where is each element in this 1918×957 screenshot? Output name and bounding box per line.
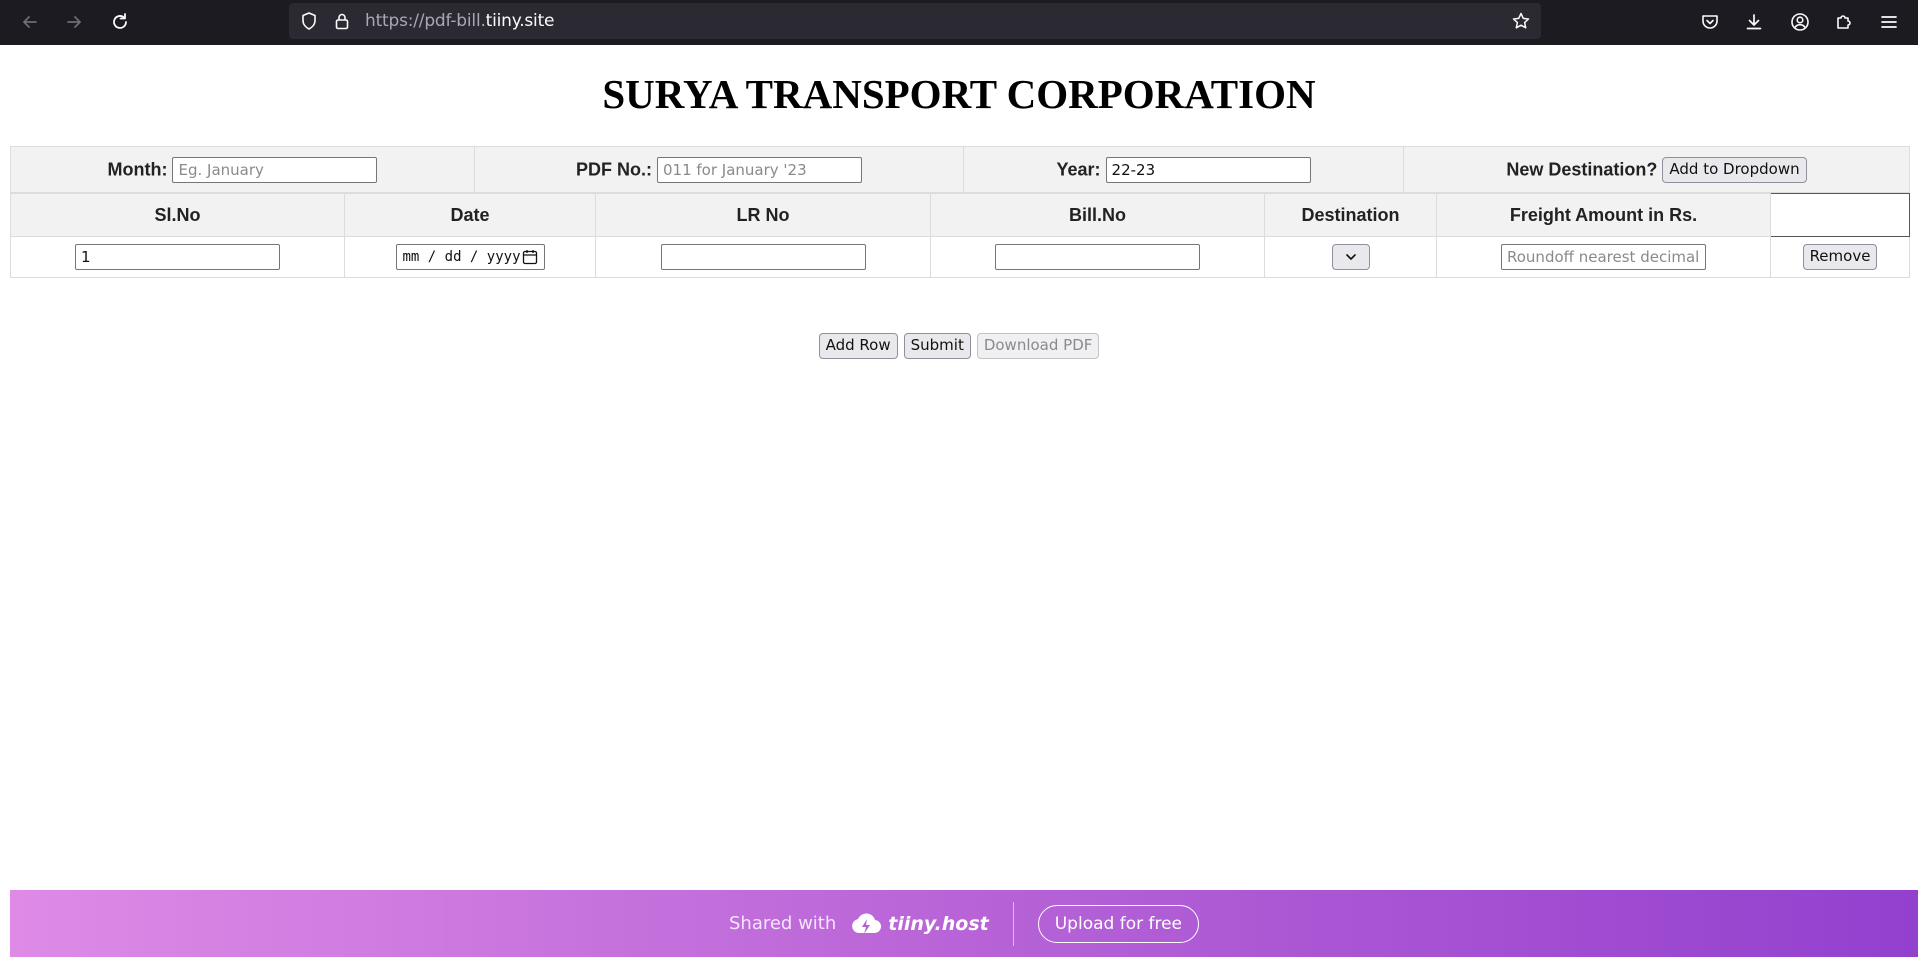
column-header-actions	[1770, 193, 1910, 237]
freight-amount-input[interactable]	[1501, 244, 1706, 270]
download-icon	[1746, 14, 1762, 30]
upload-for-free-button[interactable]: Upload for free	[1037, 904, 1200, 943]
bill-no-input[interactable]	[995, 244, 1200, 270]
extensions-button[interactable]	[1828, 6, 1860, 38]
date-input[interactable]: mm / dd / yyyy	[395, 244, 545, 270]
url-text[interactable]: https://pdf-bill.tiiny.site	[365, 3, 555, 39]
cloud-bolt-icon	[852, 912, 882, 934]
pocket-icon	[1702, 15, 1718, 29]
freight-cell	[1436, 236, 1771, 278]
address-bar[interactable]: https://pdf-bill.tiiny.site	[289, 3, 1541, 39]
table-header-row: Sl.No Date LR No Bill.No Destination Fre…	[10, 193, 1910, 237]
forward-button[interactable]	[58, 6, 90, 38]
pdf-no-label: PDF No.:	[575, 159, 652, 179]
month-cell: Month:	[10, 146, 475, 193]
hamburger-menu-icon	[1881, 16, 1897, 28]
new-destination-label: New Destination?	[1506, 159, 1658, 179]
month-label: Month:	[107, 159, 168, 179]
year-label: Year:	[1056, 159, 1101, 179]
reload-icon	[113, 13, 127, 29]
column-header-sl-no: Sl.No	[10, 193, 345, 237]
downloads-button[interactable]	[1738, 6, 1770, 38]
calendar-icon[interactable]	[522, 249, 538, 265]
divider	[1012, 901, 1014, 946]
shared-with-banner: Shared with tiiny.host Upload for free	[10, 890, 1918, 957]
pocket-button[interactable]	[1694, 6, 1726, 38]
column-header-freight: Freight Amount in Rs.	[1436, 193, 1771, 237]
bill-no-cell	[930, 236, 1265, 278]
date-placeholder: mm / dd / yyyy	[402, 249, 521, 265]
remove-cell: Remove	[1770, 236, 1910, 278]
add-row-button[interactable]: Add Row	[818, 333, 898, 359]
reload-button[interactable]	[104, 6, 136, 38]
table-row: mm / dd / yyyy Remove	[10, 236, 1910, 278]
shield-icon[interactable]	[299, 11, 319, 31]
download-pdf-button[interactable]: Download PDF	[976, 333, 1100, 359]
add-to-dropdown-button[interactable]: Add to Dropdown	[1662, 156, 1807, 183]
lock-icon[interactable]	[332, 11, 352, 31]
tiiny-host-logo[interactable]: tiiny.host	[850, 911, 989, 937]
year-input[interactable]	[1105, 156, 1311, 183]
header-form: Month: PDF No.: Year: New Destination? A…	[10, 146, 1910, 193]
new-destination-cell: New Destination? Add to Dropdown	[1403, 146, 1910, 193]
pdf-no-input[interactable]	[657, 156, 862, 183]
account-icon	[1791, 13, 1809, 31]
browser-toolbar: https://pdf-bill.tiiny.site	[0, 0, 1918, 45]
lr-no-cell	[595, 236, 931, 278]
destination-cell	[1264, 236, 1437, 278]
destination-select[interactable]	[1331, 244, 1370, 270]
url-domain: tiiny.site	[485, 11, 555, 31]
submit-button[interactable]: Submit	[903, 333, 971, 359]
back-button[interactable]	[14, 6, 46, 38]
lr-no-input[interactable]	[660, 244, 866, 270]
account-button[interactable]	[1784, 6, 1816, 38]
bill-table: Sl.No Date LR No Bill.No Destination Fre…	[10, 193, 1910, 278]
url-prefix: https://pdf-bill.	[365, 11, 486, 31]
puzzle-icon	[1837, 15, 1851, 29]
column-header-bill-no: Bill.No	[930, 193, 1265, 237]
action-buttons: Add Row Submit Download PDF	[0, 333, 1918, 359]
chevron-down-icon	[1345, 254, 1356, 260]
sl-no-input[interactable]	[75, 244, 280, 270]
column-header-date: Date	[344, 193, 596, 237]
menu-button[interactable]	[1873, 6, 1905, 38]
month-input[interactable]	[172, 156, 378, 183]
column-header-destination: Destination	[1264, 193, 1437, 237]
sl-no-cell	[10, 236, 345, 278]
pdf-no-cell: PDF No.:	[474, 146, 964, 193]
remove-button[interactable]: Remove	[1802, 244, 1878, 270]
star-icon[interactable]	[1511, 11, 1531, 31]
page-title: SURYA TRANSPORT CORPORATION	[602, 71, 1316, 117]
date-cell: mm / dd / yyyy	[344, 236, 596, 278]
shared-with-text: Shared with	[728, 913, 837, 934]
brand-name: tiiny.host	[888, 912, 989, 935]
arrow-right-icon	[67, 16, 81, 28]
year-cell: Year:	[963, 146, 1404, 193]
arrow-left-icon	[23, 16, 37, 28]
column-header-lr-no: LR No	[595, 193, 931, 237]
